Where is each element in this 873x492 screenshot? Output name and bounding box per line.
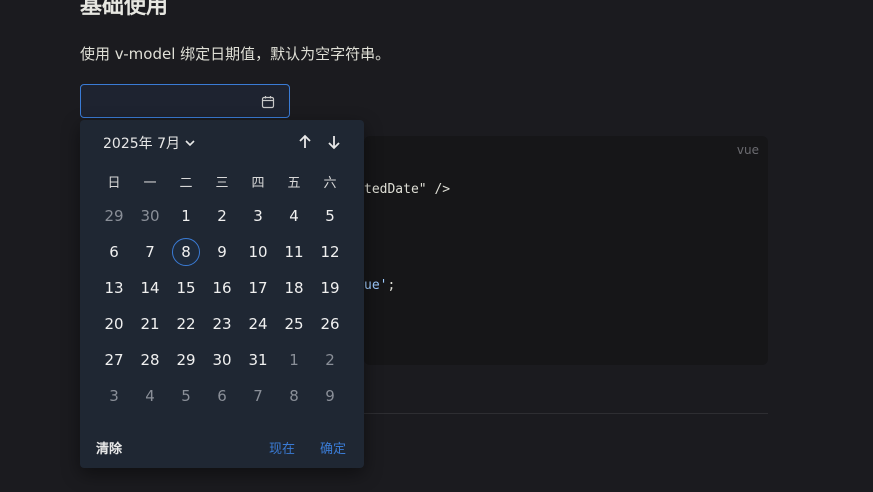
day-cell[interactable]: 29 xyxy=(96,198,132,234)
day-cell[interactable]: 27 xyxy=(96,342,132,378)
weekday-label: 五 xyxy=(287,176,301,191)
previous-month-button[interactable] xyxy=(296,133,314,151)
day-cell[interactable]: 11 xyxy=(276,234,312,270)
day-cell[interactable]: 19 xyxy=(312,270,348,306)
day-cell[interactable]: 9 xyxy=(204,234,240,270)
section-description: 使用 v-model 绑定日期值，默认为空字符串。 xyxy=(80,45,391,63)
code-line: tedDate" /> xyxy=(364,182,450,197)
day-cell[interactable]: 24 xyxy=(240,306,276,342)
day-cell[interactable]: 15 xyxy=(168,270,204,306)
date-input[interactable] xyxy=(80,84,290,118)
day-cell[interactable]: 5 xyxy=(312,198,348,234)
weekday-label: 三 xyxy=(215,176,229,191)
next-month-button[interactable] xyxy=(325,133,343,151)
section-title: 基础使用 xyxy=(80,0,169,19)
day-cell[interactable]: 12 xyxy=(312,234,348,270)
day-cell[interactable]: 6 xyxy=(204,378,240,414)
day-cell[interactable]: 1 xyxy=(276,342,312,378)
day-cell[interactable]: 31 xyxy=(240,342,276,378)
page: 基础使用 使用 v-model 绑定日期值，默认为空字符串。 vue tedDa… xyxy=(0,0,873,492)
weekday-label: 二 xyxy=(179,176,193,191)
day-cell[interactable]: 4 xyxy=(276,198,312,234)
day-cell[interactable]: 29 xyxy=(168,342,204,378)
month-label: 2025年 7月 xyxy=(103,136,180,152)
clear-button[interactable]: 清除 xyxy=(96,438,122,457)
day-cell[interactable]: 26 xyxy=(312,306,348,342)
confirm-button[interactable]: 确定 xyxy=(320,438,346,457)
day-cell[interactable]: 14 xyxy=(132,270,168,306)
day-cell[interactable]: 5 xyxy=(168,378,204,414)
divider xyxy=(364,413,768,414)
day-cell[interactable]: 18 xyxy=(276,270,312,306)
weekday-label: 日 xyxy=(107,176,121,191)
now-button[interactable]: 现在 xyxy=(269,438,295,457)
day-cell[interactable]: 30 xyxy=(204,342,240,378)
day-cell[interactable]: 21 xyxy=(132,306,168,342)
month-select[interactable]: 2025年 7月 xyxy=(103,133,196,153)
calendar-week: 13 14 15 16 17 18 19 xyxy=(96,270,348,306)
picker-header: 2025年 7月 xyxy=(80,120,364,164)
day-cell[interactable]: 7 xyxy=(132,234,168,270)
day-cell[interactable]: 1 xyxy=(168,198,204,234)
day-cell[interactable]: 20 xyxy=(96,306,132,342)
day-cell-today[interactable]: 8 xyxy=(172,238,200,266)
code-string: ue' xyxy=(364,278,388,293)
weekday-label: 一 xyxy=(143,176,157,191)
weekday-header: 日 一 二 三 四 五 六 xyxy=(96,172,348,191)
day-cell[interactable]: 10 xyxy=(240,234,276,270)
day-cell[interactable]: 28 xyxy=(132,342,168,378)
day-cell[interactable]: 3 xyxy=(240,198,276,234)
day-cell[interactable]: 17 xyxy=(240,270,276,306)
code-line: ue'; xyxy=(364,278,395,293)
calendar-icon[interactable] xyxy=(261,95,275,109)
day-cell[interactable]: 8 xyxy=(276,378,312,414)
calendar-week: 27 28 29 30 31 1 2 xyxy=(96,342,348,378)
calendar-week: 29 30 1 2 3 4 5 xyxy=(96,198,348,234)
code-block: vue tedDate" /> ue'; xyxy=(364,136,768,365)
day-cell[interactable]: 22 xyxy=(168,306,204,342)
calendar-week: 20 21 22 23 24 25 26 xyxy=(96,306,348,342)
date-picker-panel: 2025年 7月 日 一 二 三 四 五 六 29 30 1 2 3 4 5 6 7 8 9 1 xyxy=(80,120,364,468)
code-text: tedDate" /> xyxy=(364,182,451,197)
day-cell[interactable]: 3 xyxy=(96,378,132,414)
calendar-week: 3456789 xyxy=(96,378,348,414)
day-cell[interactable]: 13 xyxy=(96,270,132,306)
weekday-label: 四 xyxy=(251,176,265,191)
weekday-label: 六 xyxy=(323,176,337,191)
code-text: ; xyxy=(387,278,396,293)
day-cell[interactable]: 6 xyxy=(96,234,132,270)
calendar-week: 6 7 8 9 10 11 12 xyxy=(96,234,348,270)
day-cell[interactable]: 2 xyxy=(204,198,240,234)
day-cell[interactable]: 7 xyxy=(240,378,276,414)
code-lang-label: vue xyxy=(736,143,759,157)
day-cell[interactable]: 9 xyxy=(312,378,348,414)
day-cell[interactable]: 16 xyxy=(204,270,240,306)
day-cell[interactable]: 25 xyxy=(276,306,312,342)
day-cell[interactable]: 23 xyxy=(204,306,240,342)
day-cell[interactable]: 4 xyxy=(132,378,168,414)
chevron-down-icon xyxy=(185,140,195,147)
day-cell[interactable]: 30 xyxy=(132,198,168,234)
day-cell[interactable]: 2 xyxy=(312,342,348,378)
